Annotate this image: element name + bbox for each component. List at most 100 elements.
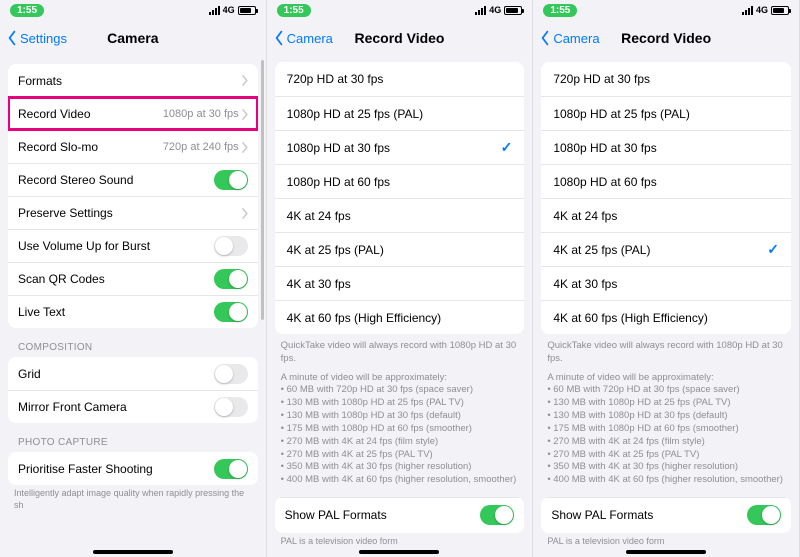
toggle-volume-burst[interactable] <box>214 236 248 256</box>
row-label: Show PAL Formats <box>285 508 481 522</box>
video-option[interactable]: 4K at 25 fps (PAL) <box>275 232 525 266</box>
option-label: 1080p HD at 30 fps <box>287 141 390 155</box>
row-label: Mirror Front Camera <box>18 400 214 414</box>
row-label: Preserve Settings <box>18 206 241 220</box>
row-show-pal[interactable]: Show PAL Formats <box>541 497 791 533</box>
video-option[interactable]: 720p HD at 30 fps <box>275 62 525 96</box>
video-option[interactable]: 4K at 25 fps (PAL) ✓ <box>541 232 791 266</box>
video-option[interactable]: 1080p HD at 60 fps <box>541 164 791 198</box>
row-scan-qr[interactable]: Scan QR Codes <box>8 262 258 295</box>
video-options-list: 720p HD at 30 fps 1080p HD at 25 fps (PAL… <box>541 62 791 334</box>
row-grid[interactable]: Grid <box>8 357 258 390</box>
row-show-pal[interactable]: Show PAL Formats <box>275 497 525 533</box>
chevron-right-icon <box>241 208 248 219</box>
video-option[interactable]: 720p HD at 30 fps <box>541 62 791 96</box>
option-label: 4K at 25 fps (PAL) <box>287 243 384 257</box>
option-label: 1080p HD at 60 fps <box>287 175 390 189</box>
row-label: Prioritise Faster Shooting <box>18 462 214 476</box>
row-label: Scan QR Codes <box>18 272 214 286</box>
network-label: 4G <box>223 5 235 15</box>
row-volume-burst[interactable]: Use Volume Up for Burst <box>8 229 258 262</box>
chevron-left-icon <box>273 30 285 46</box>
video-option[interactable]: 1080p HD at 25 fps (PAL) <box>275 96 525 130</box>
toggle-prioritise[interactable] <box>214 459 248 479</box>
video-option[interactable]: 1080p HD at 25 fps (PAL) <box>541 96 791 130</box>
status-time: 1:55 <box>277 4 311 17</box>
back-button[interactable]: Camera <box>273 30 333 46</box>
option-label: 4K at 30 fps <box>553 277 617 291</box>
option-label: 4K at 24 fps <box>287 209 351 223</box>
row-mirror-front[interactable]: Mirror Front Camera <box>8 390 258 423</box>
video-option[interactable]: 4K at 30 fps <box>275 266 525 300</box>
option-label: 4K at 60 fps (High Efficiency) <box>553 311 708 325</box>
status-bar: 1:55 4G <box>267 0 533 20</box>
checkmark-icon: ✓ <box>767 241 779 258</box>
network-label: 4G <box>756 5 768 15</box>
home-indicator <box>93 550 173 554</box>
footer-note: QuickTake video will always record with … <box>533 334 799 493</box>
status-right: 4G <box>475 5 522 15</box>
screen-camera-settings: 1:55 4G Settings Camera Formats Record V… <box>0 0 267 557</box>
status-bar: 1:55 4G <box>0 0 266 20</box>
video-option[interactable]: 4K at 24 fps <box>275 198 525 232</box>
group-photo-capture: Prioritise Faster Shooting <box>8 452 258 485</box>
row-stereo-sound[interactable]: Record Stereo Sound <box>8 163 258 196</box>
footer-note: QuickTake video will always record with … <box>267 334 533 493</box>
toggle-pal[interactable] <box>747 505 781 525</box>
screen-record-video-b: 1:55 4G Camera Record Video 720p HD at 3… <box>533 0 800 557</box>
row-live-text[interactable]: Live Text <box>8 295 258 328</box>
row-record-slomo[interactable]: Record Slo-mo 720p at 240 fps <box>8 130 258 163</box>
row-label: Show PAL Formats <box>551 508 747 522</box>
video-option[interactable]: 1080p HD at 30 fps ✓ <box>275 130 525 164</box>
battery-icon <box>771 6 789 15</box>
row-label: Record Video <box>18 107 163 121</box>
video-option[interactable]: 4K at 60 fps (High Efficiency) <box>275 300 525 334</box>
status-time: 1:55 <box>543 4 577 17</box>
toggle-stereo[interactable] <box>214 170 248 190</box>
toggle-mirror[interactable] <box>214 397 248 417</box>
scrollbar[interactable] <box>261 60 264 320</box>
video-option[interactable]: 1080p HD at 30 fps <box>541 130 791 164</box>
checkmark-icon: ✓ <box>501 139 513 156</box>
nav-bar: Camera Record Video <box>267 20 533 56</box>
row-label: Grid <box>18 367 214 381</box>
header-photo-capture: PHOTO CAPTURE <box>18 437 248 448</box>
toggle-live-text[interactable] <box>214 302 248 322</box>
nav-bar: Camera Record Video <box>533 20 799 56</box>
back-button[interactable]: Settings <box>6 30 67 46</box>
group-main: Formats Record Video 1080p at 30 fps Rec… <box>8 64 258 328</box>
video-option[interactable]: 4K at 24 fps <box>541 198 791 232</box>
status-time: 1:55 <box>10 4 44 17</box>
signal-icon <box>742 6 753 15</box>
row-prioritise-shooting[interactable]: Prioritise Faster Shooting <box>8 452 258 485</box>
option-label: 720p HD at 30 fps <box>553 72 650 86</box>
video-option[interactable]: 4K at 60 fps (High Efficiency) <box>541 300 791 334</box>
network-label: 4G <box>489 5 501 15</box>
option-label: 4K at 60 fps (High Efficiency) <box>287 311 442 325</box>
group-pal: Show PAL Formats <box>275 497 525 533</box>
toggle-qr[interactable] <box>214 269 248 289</box>
group-pal: Show PAL Formats <box>541 497 791 533</box>
group-composition: Grid Mirror Front Camera <box>8 357 258 423</box>
option-label: 1080p HD at 30 fps <box>553 141 656 155</box>
video-option[interactable]: 4K at 30 fps <box>541 266 791 300</box>
battery-icon <box>504 6 522 15</box>
toggle-grid[interactable] <box>214 364 248 384</box>
row-detail: 1080p at 30 fps <box>163 108 239 120</box>
row-detail: 720p at 240 fps <box>163 141 239 153</box>
back-label: Camera <box>553 31 599 46</box>
row-record-video[interactable]: Record Video 1080p at 30 fps <box>8 97 258 130</box>
back-label: Settings <box>20 31 67 46</box>
option-label: 1080p HD at 25 fps (PAL) <box>553 107 690 121</box>
pal-footer: PAL is a television video form <box>267 533 533 548</box>
row-preserve-settings[interactable]: Preserve Settings <box>8 196 258 229</box>
toggle-pal[interactable] <box>480 505 514 525</box>
video-option[interactable]: 1080p HD at 60 fps <box>275 164 525 198</box>
chevron-right-icon <box>241 75 248 86</box>
header-composition: COMPOSITION <box>18 342 248 353</box>
option-label: 4K at 25 fps (PAL) <box>553 243 650 257</box>
row-formats[interactable]: Formats <box>8 64 258 97</box>
footer-note: Intelligently adapt image quality when r… <box>0 485 266 511</box>
row-label: Live Text <box>18 305 214 319</box>
back-button[interactable]: Camera <box>539 30 599 46</box>
